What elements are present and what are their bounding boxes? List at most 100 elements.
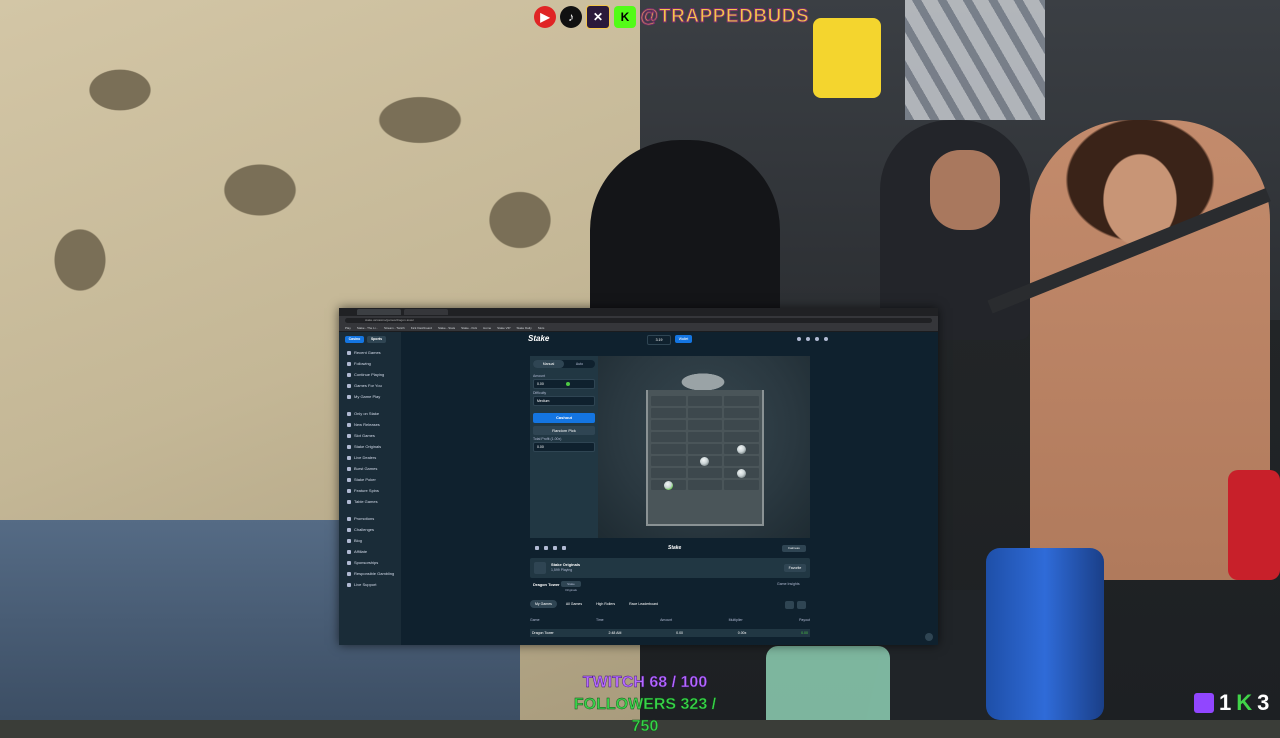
tower-tile[interactable] xyxy=(687,396,723,406)
cashout-button[interactable]: Cashout xyxy=(533,413,595,423)
tower-tile[interactable] xyxy=(724,480,759,490)
sidebar-item[interactable]: Burst Games xyxy=(339,463,401,474)
badge-count-1: 1 xyxy=(1219,690,1232,715)
sidebar-item[interactable]: Table Games xyxy=(339,496,401,507)
tower-tile[interactable] xyxy=(651,408,686,418)
provider-title[interactable]: Stake Originals xyxy=(551,562,580,567)
sidebar-item[interactable]: My Game Play xyxy=(339,391,401,402)
tower-tile[interactable] xyxy=(651,420,686,430)
tower-tile[interactable] xyxy=(687,408,723,418)
sidebar-item[interactable]: Continue Playing xyxy=(339,369,401,380)
tower-tile[interactable] xyxy=(724,408,759,418)
bet-filter-tab[interactable]: My Games xyxy=(530,600,557,608)
game-insights-link[interactable]: Game Insights xyxy=(777,582,800,586)
balance-display[interactable]: 3.19 xyxy=(647,335,671,345)
sidebar-item-label: Stake Poker xyxy=(354,477,376,482)
egg-icon xyxy=(737,444,747,454)
browser-tab[interactable] xyxy=(357,309,401,315)
tower-tile[interactable] xyxy=(651,468,686,478)
sidebar-item[interactable]: Only on Stake xyxy=(339,408,401,419)
tower-tile[interactable] xyxy=(687,420,723,430)
tower-tile[interactable] xyxy=(724,420,759,430)
bookmark-link[interactable]: Play xyxy=(345,326,351,330)
user-icon[interactable] xyxy=(806,337,810,341)
sidebar-item[interactable]: Responsible Gambling xyxy=(339,568,401,579)
tower-tile[interactable] xyxy=(724,444,759,454)
theatre-icon[interactable] xyxy=(544,546,548,550)
random-pick-button[interactable]: Random Pick xyxy=(533,426,595,435)
bookmark-link[interactable]: Stake - The Li... xyxy=(357,326,378,330)
sidebar-item[interactable]: Slot Games xyxy=(339,430,401,441)
tower-tile[interactable] xyxy=(724,468,759,478)
sidebar-item[interactable]: Challenges xyxy=(339,524,401,535)
amount-input[interactable]: 0.00 xyxy=(533,379,595,389)
wallet-button[interactable]: Wallet xyxy=(675,335,692,343)
game-panel: Manual Auto Amount 0.00 Difficulty Mediu… xyxy=(530,356,810,538)
tower-tile[interactable] xyxy=(687,456,723,466)
tower-tile[interactable] xyxy=(724,396,759,406)
bookmark-link[interactable]: Home xyxy=(483,326,491,330)
search-icon[interactable] xyxy=(797,337,801,341)
rows-select[interactable] xyxy=(797,601,806,609)
tower-tile[interactable] xyxy=(651,480,686,490)
bookmark-link[interactable]: Slots xyxy=(538,326,545,330)
tower-tile[interactable] xyxy=(687,468,723,478)
url-field[interactable]: stake.us/casino/games/dragon-tower xyxy=(345,317,932,323)
bookmark-link[interactable]: Kick Dashboard xyxy=(411,326,432,330)
tower-tile[interactable] xyxy=(651,456,686,466)
youtube-icon: ▶ xyxy=(534,6,556,28)
stats-icon[interactable] xyxy=(553,546,557,550)
browser-tab[interactable] xyxy=(404,309,448,315)
sidebar-item[interactable]: Games For You xyxy=(339,380,401,391)
bet-filter-tab[interactable]: Race Leaderboard xyxy=(624,600,663,608)
settings-icon[interactable] xyxy=(535,546,539,550)
stake-logo[interactable]: Stake xyxy=(528,334,549,343)
sidebar-item[interactable]: Live Dealers xyxy=(339,452,401,463)
bet-filter-tab[interactable]: High Rollers xyxy=(591,600,620,608)
chat-bubble-icon[interactable] xyxy=(925,633,933,641)
tower-tile[interactable] xyxy=(687,480,723,490)
tower-tile[interactable] xyxy=(651,432,686,442)
tower-tile[interactable] xyxy=(687,432,723,442)
favorite-button[interactable]: Favorite xyxy=(784,564,806,572)
bookmark-link[interactable]: Stake - Stats xyxy=(438,326,455,330)
chat-icon[interactable] xyxy=(824,337,828,341)
table-row[interactable]: Dragon Tower 2:48 AM 0.00 0.00x 0.00 xyxy=(530,629,810,637)
sort-icon[interactable] xyxy=(785,601,794,609)
sidebar-item[interactable]: Affiliate xyxy=(339,546,401,557)
game-tag[interactable]: Stake Originals xyxy=(561,581,581,592)
bookmark-link[interactable]: Stake - Kick xyxy=(461,326,477,330)
x-icon: ✕ xyxy=(586,5,610,29)
fairness-button[interactable]: Fairness xyxy=(782,544,806,552)
sidebar-item[interactable]: Promotions xyxy=(339,513,401,524)
tower-tile[interactable] xyxy=(651,396,686,406)
sidebar-item[interactable]: Sponsorships xyxy=(339,557,401,568)
tower-tile[interactable] xyxy=(724,432,759,442)
sidebar-item[interactable]: New Releases xyxy=(339,419,401,430)
sidebar-item-icon xyxy=(347,477,351,482)
sidebar-item[interactable]: Live Support xyxy=(339,579,401,590)
sidebar-item-icon xyxy=(347,571,351,576)
sidebar-item[interactable]: Feature Spins xyxy=(339,485,401,496)
bookmark-link[interactable]: Stream - Twitch xyxy=(384,326,405,330)
sidebar-item-label: Stake Originals xyxy=(354,444,382,449)
bookmark-link[interactable]: Stake VIP xyxy=(497,326,510,330)
casino-button[interactable]: Casino xyxy=(345,336,364,343)
bet-filter-tab[interactable]: All Games xyxy=(561,600,587,608)
sidebar-item[interactable]: Stake Originals xyxy=(339,441,401,452)
auto-tab[interactable]: Auto xyxy=(564,360,595,368)
sidebar-item[interactable]: Recent Games xyxy=(339,347,401,358)
bell-icon[interactable] xyxy=(815,337,819,341)
fullscreen-icon[interactable] xyxy=(562,546,566,550)
tower-tile[interactable] xyxy=(687,444,723,454)
tower-tile[interactable] xyxy=(724,456,759,466)
tower-tile[interactable] xyxy=(651,444,686,454)
dragon-tower xyxy=(646,390,764,526)
sports-button[interactable]: Sports xyxy=(367,336,386,343)
sidebar-item[interactable]: Stake Poker xyxy=(339,474,401,485)
bookmark-link[interactable]: Stake Daily xyxy=(517,326,532,330)
manual-tab[interactable]: Manual xyxy=(533,360,564,368)
sidebar-item[interactable]: Following xyxy=(339,358,401,369)
sidebar-item[interactable]: Blog xyxy=(339,535,401,546)
difficulty-select[interactable]: Medium xyxy=(533,396,595,406)
